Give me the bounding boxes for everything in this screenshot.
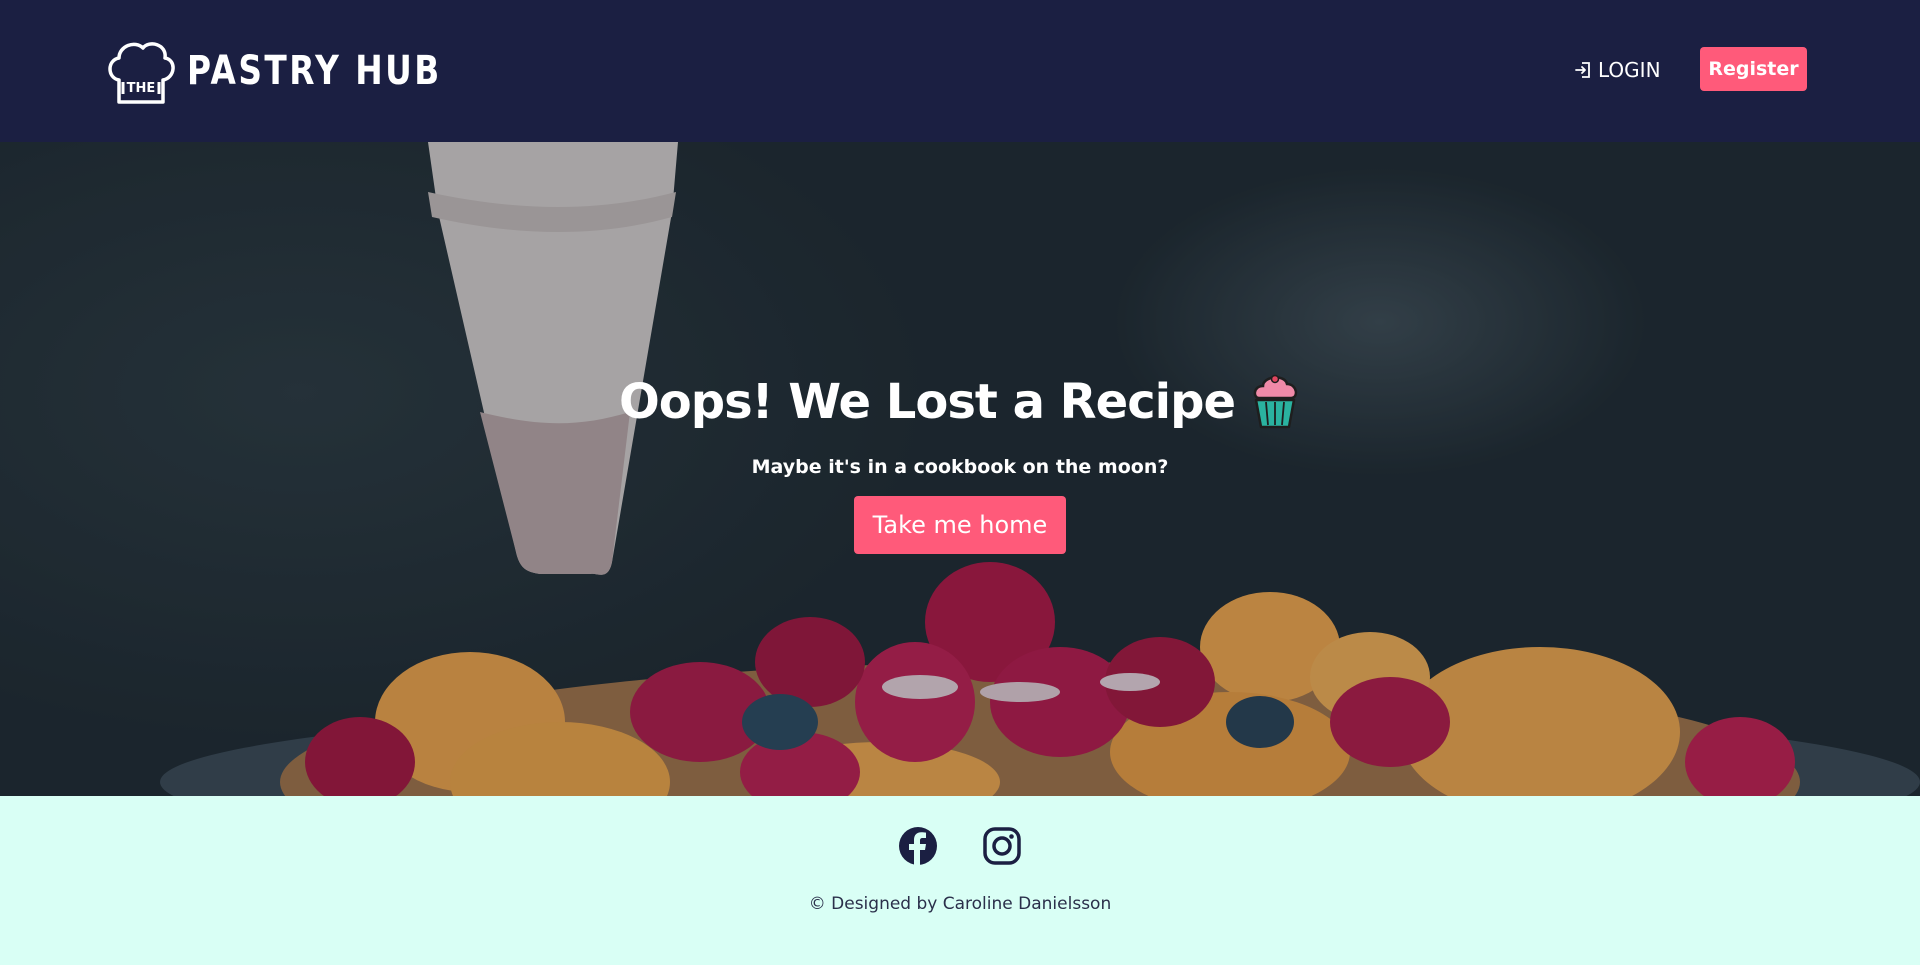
copyright-text: © Designed by Caroline Danielsson xyxy=(808,894,1112,914)
brand-logo-link[interactable]: THE PASTRY HUB xyxy=(105,36,498,106)
social-links xyxy=(0,826,1920,870)
login-label: LOGIN xyxy=(1598,58,1661,82)
hero-title-text: Oops! We Lost a Recipe xyxy=(618,374,1236,430)
register-button[interactable]: Register xyxy=(1700,47,1807,91)
hero-subtitle: Maybe it's in a cookbook on the moon? xyxy=(751,456,1169,478)
instagram-link[interactable] xyxy=(982,826,1022,870)
brand-small-text: THE xyxy=(127,81,156,96)
brand-name: PASTRY HUB xyxy=(187,48,442,94)
hero-title: Oops! We Lost a Recipe 🧁 xyxy=(619,374,1301,430)
hero-content: Oops! We Lost a Recipe 🧁 Maybe it's in a… xyxy=(0,374,1920,554)
login-link[interactable]: LOGIN xyxy=(1574,58,1661,82)
cupcake-icon: 🧁 xyxy=(1253,374,1298,429)
chef-hat-logo-icon: THE xyxy=(108,42,175,104)
navbar: THE PASTRY HUB LOGIN Register xyxy=(0,0,1920,142)
take-me-home-button[interactable]: Take me home xyxy=(854,496,1066,554)
facebook-icon xyxy=(899,827,937,865)
hero-section: Oops! We Lost a Recipe 🧁 Maybe it's in a… xyxy=(0,142,1920,796)
login-icon xyxy=(1575,62,1590,78)
facebook-link[interactable] xyxy=(898,826,938,870)
instagram-icon xyxy=(983,827,1021,865)
footer: © Designed by Caroline Danielsson xyxy=(0,796,1920,965)
